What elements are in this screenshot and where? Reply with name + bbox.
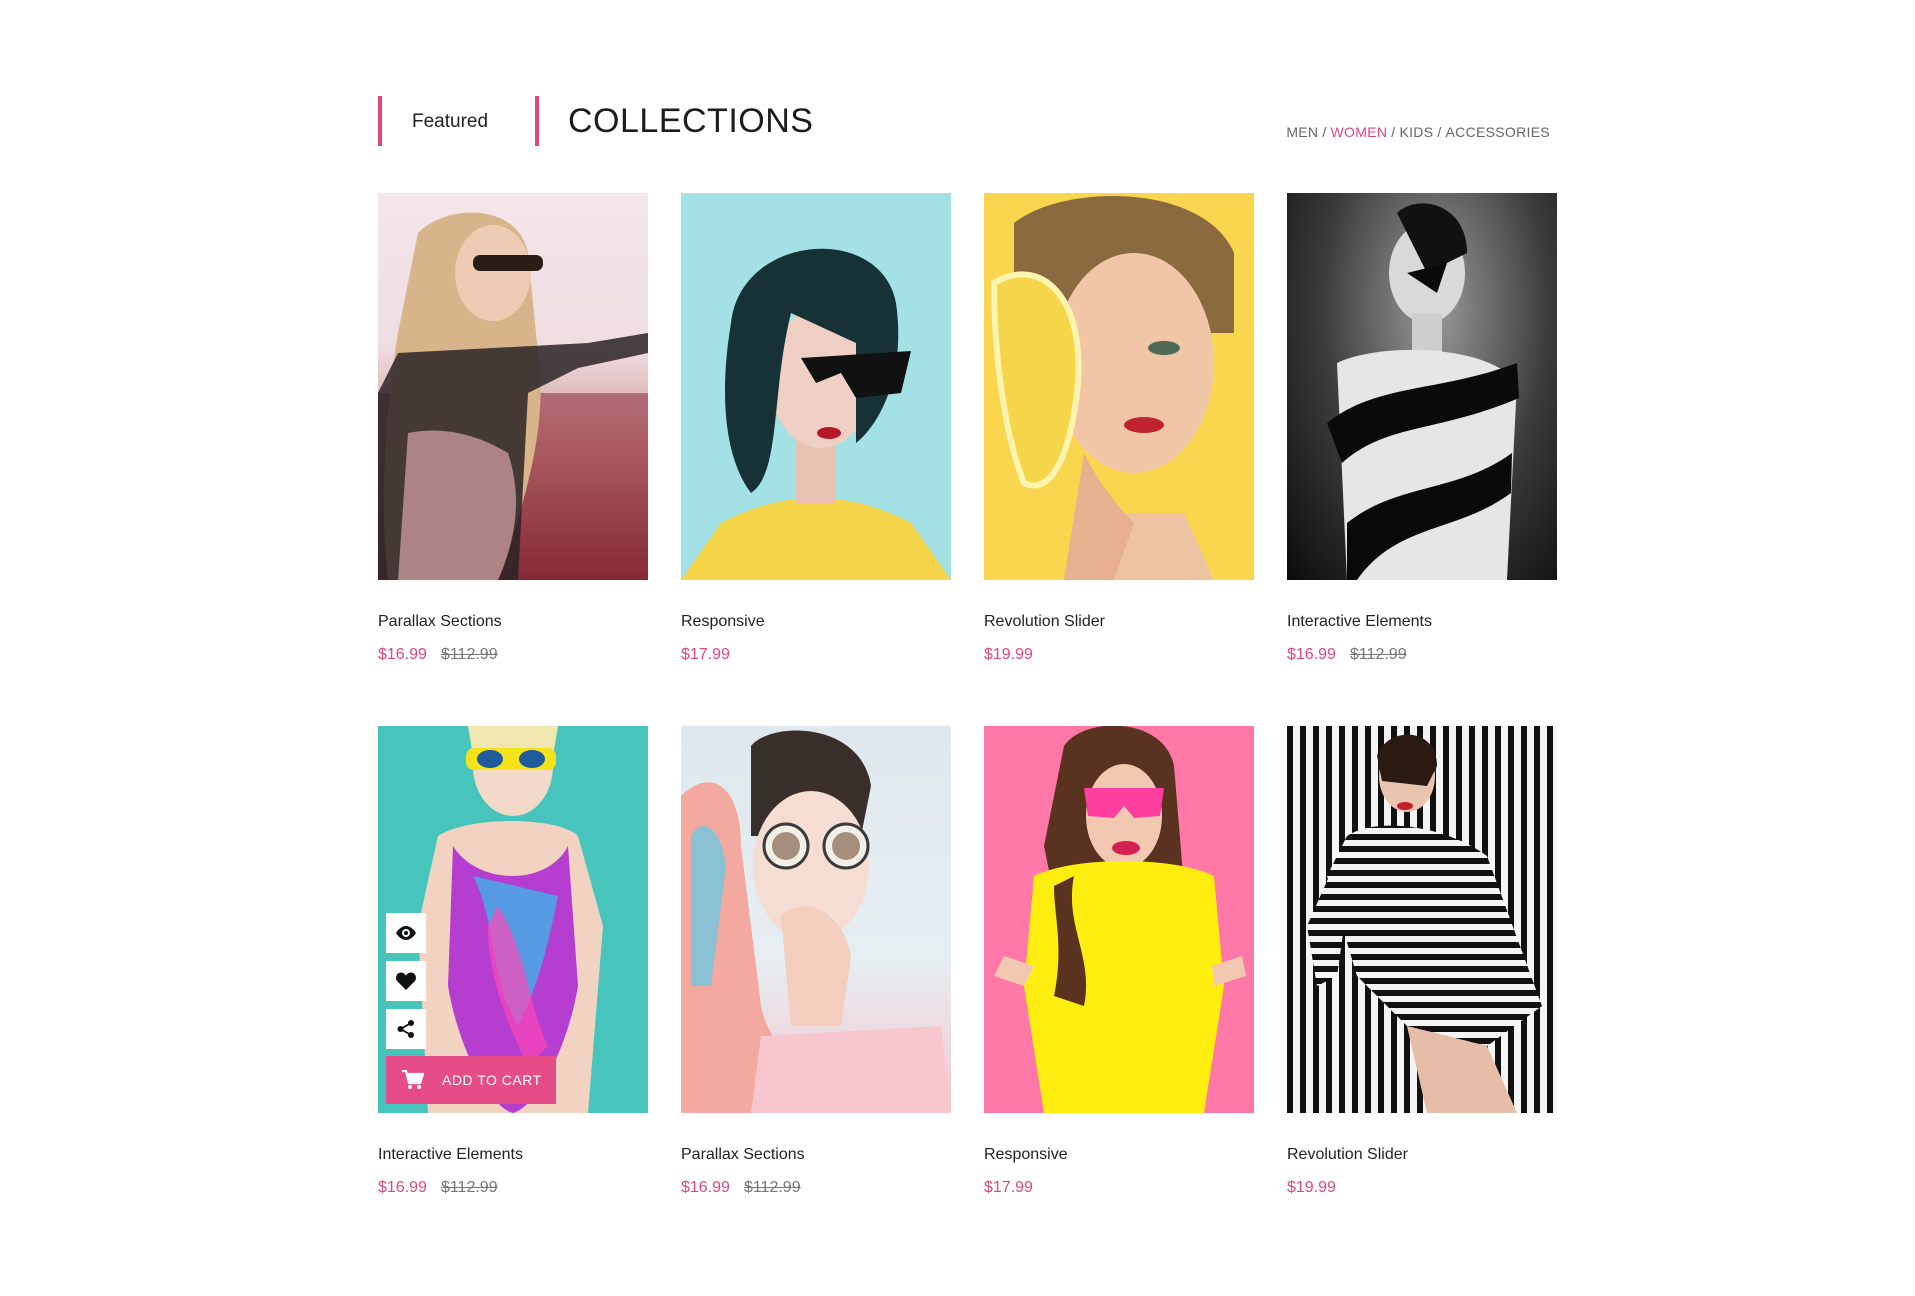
accent-bar [378, 96, 382, 146]
model-photo [994, 726, 1246, 1113]
section-header: Featured COLLECTIONS MEN / WOMEN / KIDS / ACCE… [378, 96, 1558, 146]
product-price: $16.99 [1287, 646, 1336, 663]
product-prices: $16.99 $112.99 [378, 646, 498, 664]
product-image[interactable] [984, 193, 1254, 580]
product-prices: $17.99 [984, 1179, 1033, 1197]
product-prices: $19.99 [984, 646, 1033, 664]
quick-view-button[interactable] [386, 913, 426, 953]
product-prices: $16.99 $112.99 [681, 1179, 801, 1197]
add-to-cart-button[interactable]: ADD TO CART [386, 1056, 556, 1104]
featured-label: Featured [412, 111, 489, 132]
product-prices: $17.99 [681, 646, 730, 664]
product-name[interactable]: Responsive [681, 613, 765, 631]
product-name[interactable]: Responsive [984, 1146, 1068, 1164]
separator: / [1322, 124, 1327, 140]
product-price: $19.99 [984, 646, 1033, 663]
share-button[interactable] [386, 1009, 426, 1049]
model-photo [681, 248, 951, 580]
product-old-price: $112.99 [440, 646, 498, 663]
product-name[interactable]: Revolution Slider [1287, 1146, 1408, 1164]
section-title: COLLECTIONS [568, 102, 814, 140]
cart-icon [402, 1070, 424, 1089]
product-price: $19.99 [1287, 1179, 1336, 1196]
accent-bar [535, 96, 539, 146]
product-name[interactable]: Revolution Slider [984, 613, 1105, 631]
product-price: $16.99 [681, 1179, 730, 1196]
model-photo [1327, 203, 1519, 580]
model-photo [681, 730, 951, 1113]
model-photo [378, 212, 648, 580]
product-name[interactable]: Parallax Sections [378, 613, 502, 631]
product-price: $17.99 [681, 646, 730, 663]
wishlist-button[interactable] [386, 961, 426, 1001]
product-prices: $16.99 $112.99 [1287, 646, 1407, 664]
separator: / [1437, 124, 1442, 140]
filter-kids[interactable]: KIDS [1399, 124, 1433, 140]
product-prices: $16.99 $112.99 [378, 1179, 498, 1197]
product-price: $17.99 [984, 1179, 1033, 1196]
product-card[interactable]: Parallax Sections $16.99 $112.99 [378, 193, 648, 663]
product-image[interactable] [1287, 726, 1557, 1113]
product-image[interactable]: ADD TO CART [378, 726, 648, 1113]
eye-icon [396, 926, 416, 940]
add-to-cart-label: ADD TO CART [442, 1072, 542, 1088]
filter-women[interactable]: WOMEN [1331, 124, 1388, 140]
product-name[interactable]: Interactive Elements [1287, 613, 1432, 631]
product-name[interactable]: Interactive Elements [378, 1146, 523, 1164]
product-price: $16.99 [378, 1179, 427, 1196]
product-price: $16.99 [378, 646, 427, 663]
product-old-price: $112.99 [1349, 646, 1407, 663]
model-photo [1307, 734, 1542, 1113]
product-image[interactable] [681, 193, 951, 580]
product-old-price: $112.99 [743, 1179, 801, 1196]
product-card[interactable]: Parallax Sections $16.99 $112.99 [681, 726, 951, 1196]
product-name[interactable]: Parallax Sections [681, 1146, 805, 1164]
category-filters: MEN / WOMEN / KIDS / ACCESSORIES [1286, 124, 1550, 140]
filter-accessories[interactable]: ACCESSORIES [1446, 124, 1550, 140]
share-icon [397, 1020, 414, 1038]
product-card[interactable]: Revolution Slider $19.99 [1287, 726, 1557, 1196]
product-card[interactable]: Responsive $17.99 [681, 193, 951, 663]
product-card[interactable]: Interactive Elements $16.99 $112.99 [1287, 193, 1557, 663]
product-old-price: $112.99 [440, 1179, 498, 1196]
product-card[interactable]: Revolution Slider $19.99 [984, 193, 1254, 663]
product-image[interactable] [1287, 193, 1557, 580]
product-card[interactable]: ADD TO CART Interactive Elements $16.99 $… [378, 726, 648, 1196]
heart-icon [396, 972, 416, 990]
product-image[interactable] [378, 193, 648, 580]
hover-actions [386, 913, 426, 1057]
model-photo [990, 195, 1234, 580]
filter-men[interactable]: MEN [1286, 124, 1318, 140]
product-image[interactable] [681, 726, 951, 1113]
product-card[interactable]: Responsive $17.99 [984, 726, 1254, 1196]
separator: / [1391, 124, 1396, 140]
product-prices: $19.99 [1287, 1179, 1336, 1197]
product-image[interactable] [984, 726, 1254, 1113]
